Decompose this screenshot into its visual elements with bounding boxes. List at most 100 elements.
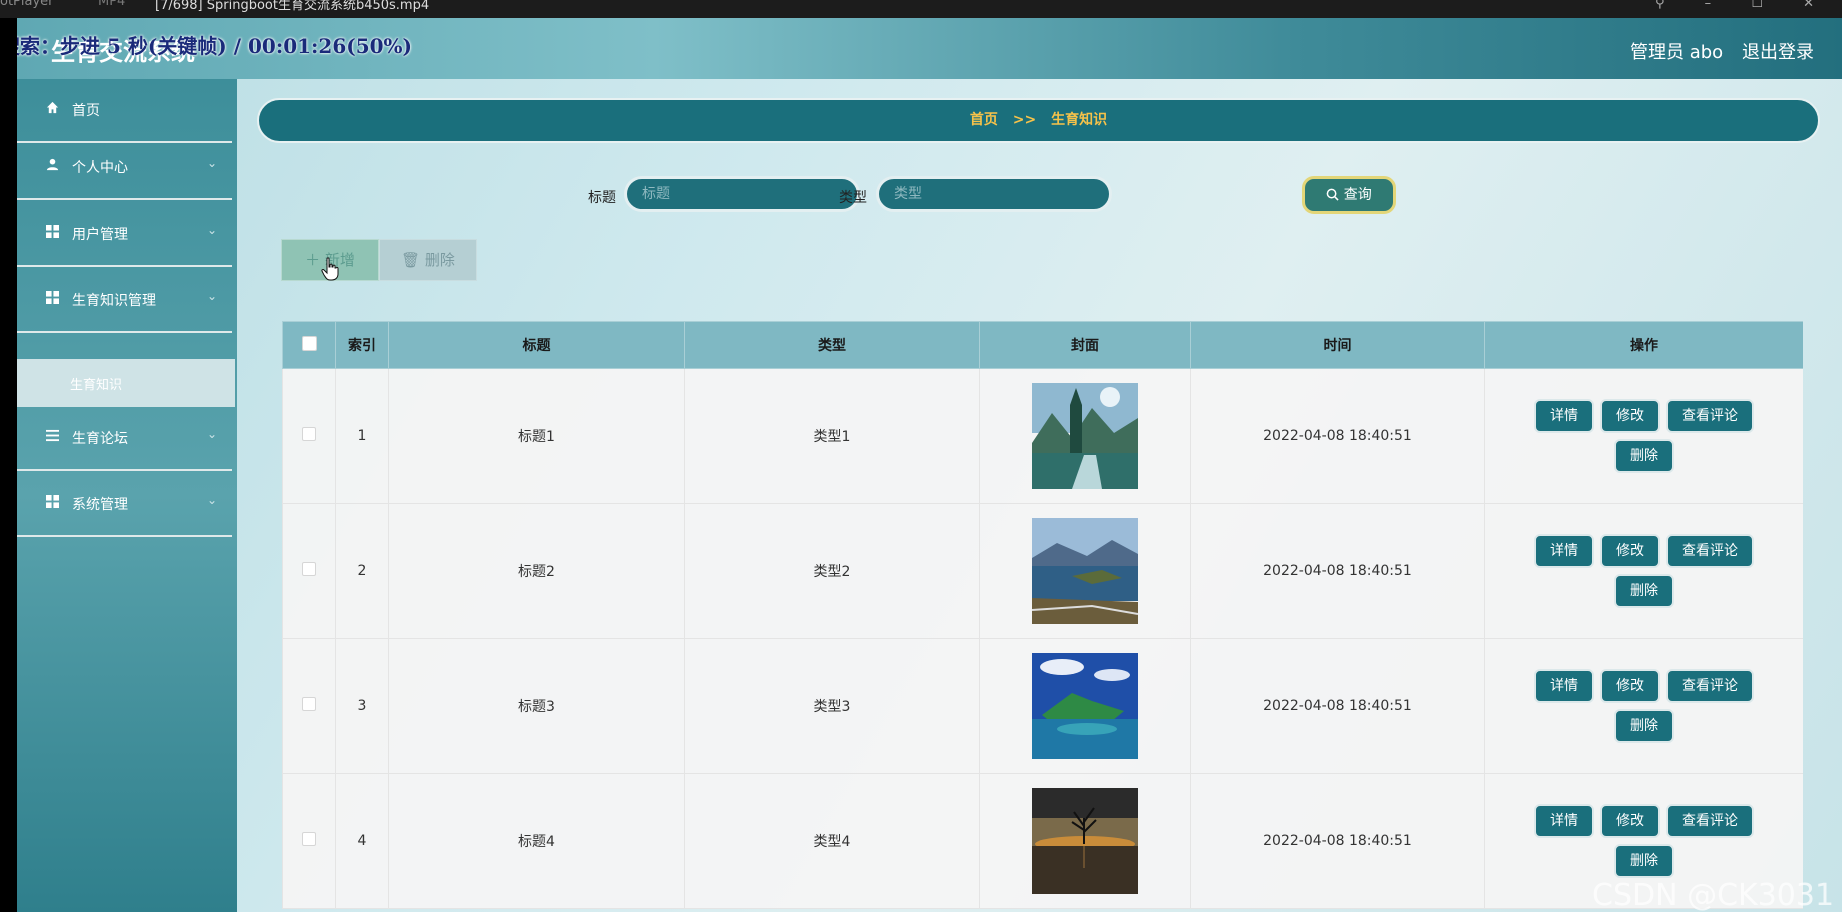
row-select-cell [282,503,336,639]
row-index: 3 [335,638,389,774]
sidebar-item-personal-center[interactable]: 个人中心 ⌄ [17,136,232,200]
search-icon [1326,188,1339,201]
row-checkbox[interactable] [302,562,316,576]
row-cover-cell [979,773,1191,909]
sidebar-item-label: 用户管理 [72,227,128,243]
player-app-name: otPlayer [0,0,54,9]
row-checkbox[interactable] [302,697,316,711]
delete-button[interactable]: 删除 [1614,709,1674,743]
main-content: 首页 >> 生育知识 标题 类型 查询 ＋ 新增 🗑 删除 [237,79,1842,912]
breadcrumb-separator: >> [1012,112,1037,128]
select-all-checkbox[interactable] [301,335,317,351]
row-title: 标题1 [388,368,685,504]
cover-image[interactable] [1032,653,1138,759]
grid-icon [46,225,59,238]
row-time: 2022-04-08 18:40:51 [1190,773,1485,909]
column-header-title: 标题 [388,321,685,369]
sidebar-item-forum[interactable]: 生育论坛 ⌄ [17,407,232,471]
player-format: MP4 [98,0,126,9]
logout-link[interactable]: 退出登录 [1742,38,1814,64]
column-header-actions: 操作 [1484,321,1803,369]
batch-delete-button[interactable]: 🗑 删除 [379,239,477,281]
edit-button[interactable]: 修改 [1600,804,1660,838]
type-search-input[interactable] [876,176,1112,212]
row-title: 标题2 [388,503,685,639]
cover-image[interactable] [1032,788,1138,894]
row-select-cell [282,638,336,774]
table-row: 4 标题4 类型4 2022-04-08 18:40:51 详情 修改 查看评论… [282,773,1803,909]
row-title: 标题4 [388,773,685,909]
row-cover-cell [979,503,1191,639]
row-type: 类型2 [684,503,980,639]
row-time: 2022-04-08 18:40:51 [1190,503,1485,639]
admin-app: 生育交流系统 管理员 abo 退出登录 搜索：步进 5 秒(关键帧) / 00:… [17,18,1842,912]
row-title: 标题3 [388,638,685,774]
plus-icon: ＋ [305,251,321,269]
sidebar-item-system-management[interactable]: 系统管理 ⌄ [17,473,232,537]
table-header-row: 索引 标题 类型 封面 时间 操作 [282,321,1803,369]
breadcrumb-home[interactable]: 首页 [970,112,998,128]
sidebar-item-user-management[interactable]: 用户管理 ⌄ [17,203,232,267]
type-filter-label: 类型 [839,190,867,206]
cover-image[interactable] [1032,518,1138,624]
sidebar-item-label: 生育知识管理 [72,293,156,309]
delete-button[interactable]: 删除 [1614,844,1674,878]
chevron-down-icon: ⌄ [207,223,218,237]
view-comments-button[interactable]: 查看评论 [1666,669,1754,703]
trash-icon: 🗑 [401,251,421,269]
cover-image[interactable] [1032,383,1138,489]
sidebar-item-home[interactable]: 首页 [17,79,232,143]
query-button-label: 查询 [1343,187,1372,203]
column-header-index: 索引 [335,321,389,369]
row-time: 2022-04-08 18:40:51 [1190,638,1485,774]
player-file-title: [7/698] Springboot生育交流系统b450s.mp4 [155,0,430,13]
sidebar-item-knowledge-management[interactable]: 生育知识管理 ⌄ [17,269,232,333]
detail-button[interactable]: 详情 [1534,804,1594,838]
row-checkbox[interactable] [302,832,316,846]
player-title-bar: otPlayer MP4 [7/698] Springboot生育交流系统b45… [0,0,1842,18]
edit-button[interactable]: 修改 [1600,399,1660,433]
column-header-type: 类型 [684,321,980,369]
detail-button[interactable]: 详情 [1534,669,1594,703]
breadcrumb-current: 生育知识 [1051,112,1108,128]
column-header-cover: 封面 [979,321,1191,369]
edit-button[interactable]: 修改 [1600,534,1660,568]
sidebar-item-label: 系统管理 [72,497,128,513]
detail-button[interactable]: 详情 [1534,534,1594,568]
view-comments-button[interactable]: 查看评论 [1666,534,1754,568]
table-row: 1 标题1 类型1 2022-04-08 18:40:51 详情 修改 查看评论删除 [282,368,1803,504]
chevron-down-icon: ⌄ [207,493,218,507]
row-actions: 详情 修改 查看评论删除 [1484,368,1803,504]
row-cover-cell [979,638,1191,774]
view-comments-button[interactable]: 查看评论 [1666,804,1754,838]
sidebar: 首页 个人中心 ⌄ 用户管理 ⌄ 生育知识管理 ⌄ 生育知识 生育论坛 ⌄ 系统… [17,79,237,912]
delete-button[interactable]: 删除 [1614,574,1674,608]
row-time: 2022-04-08 18:40:51 [1190,368,1485,504]
batch-delete-label: 删除 [424,251,455,269]
chevron-down-icon: ⌄ [207,289,218,303]
row-type: 类型1 [684,368,980,504]
title-search-input[interactable] [624,176,860,212]
list-icon [46,429,59,442]
player-seek-overlay: 搜索：步进 5 秒(关键帧) / 00:01:26(50%) [17,34,413,58]
csdn-watermark: CSDN @CK3031 [1592,878,1835,912]
sidebar-item-label: 生育论坛 [72,431,128,447]
row-type: 类型3 [684,638,980,774]
current-user: 管理员 abo [1630,42,1724,63]
edit-button[interactable]: 修改 [1600,669,1660,703]
sidebar-item-label: 首页 [72,103,100,119]
delete-button[interactable]: 删除 [1614,439,1674,473]
sidebar-subitem-knowledge[interactable]: 生育知识 [17,359,235,407]
column-header-time: 时间 [1190,321,1485,369]
grid-icon [46,291,59,304]
row-select-cell [282,773,336,909]
window-controls[interactable]: ⚲ – ☐ ✕ [1655,0,1832,11]
title-filter-label: 标题 [588,190,616,206]
row-checkbox[interactable] [302,427,316,441]
view-comments-button[interactable]: 查看评论 [1666,399,1754,433]
row-select-cell [282,368,336,504]
grid-icon [46,495,59,508]
detail-button[interactable]: 详情 [1534,399,1594,433]
row-index: 1 [335,368,389,504]
query-button[interactable]: 查询 [1302,176,1396,214]
